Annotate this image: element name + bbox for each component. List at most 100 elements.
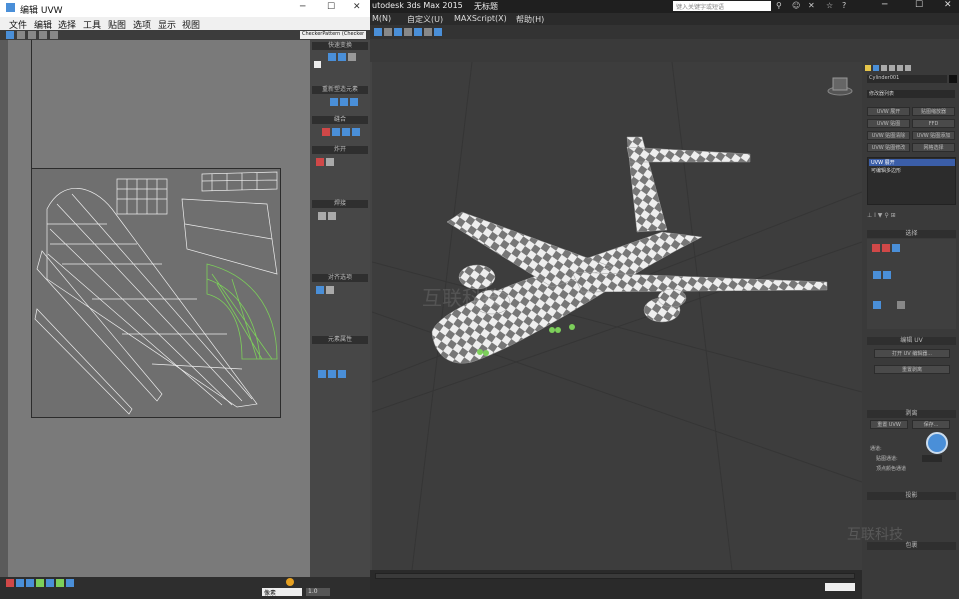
- menu-item-help[interactable]: 帮助(H): [516, 14, 544, 25]
- unwrap-uvw-button[interactable]: UVW 展开: [867, 107, 910, 116]
- zoom-value-field[interactable]: 1.0: [306, 588, 330, 596]
- loop-select-icon[interactable]: [873, 301, 881, 309]
- reset-peel-button[interactable]: 重置剥离: [874, 365, 950, 374]
- create-tab-icon[interactable]: [865, 65, 871, 71]
- search-icon[interactable]: ⚲: [776, 1, 786, 11]
- user-icon[interactable]: ☺: [792, 1, 802, 11]
- freeform-tool-icon[interactable]: [39, 31, 47, 39]
- uvw-close-button[interactable]: ✕: [353, 2, 361, 12]
- polygon-select-icon[interactable]: [892, 244, 900, 252]
- edit-uv-section-header[interactable]: 编辑 UV: [867, 337, 956, 345]
- uvw-map-clear-button[interactable]: UVW 贴图清除: [867, 131, 910, 140]
- stack-tools[interactable]: ⊥ Ⅰ ▼ ⚲ ⊞: [867, 210, 956, 219]
- uvw-minimize-button[interactable]: ─: [300, 2, 305, 12]
- lock-selection-icon[interactable]: [286, 578, 294, 586]
- utilities-tab-icon[interactable]: [905, 65, 911, 71]
- stitch-tools[interactable]: [322, 128, 368, 138]
- stack-item-editable-poly[interactable]: 可编辑多边形: [869, 167, 955, 174]
- uvw-map-button[interactable]: UVW 贴图: [867, 119, 910, 128]
- curve-editor-icon[interactable]: [424, 28, 432, 36]
- menu-item-customize[interactable]: 自定义(U): [407, 14, 443, 25]
- uv-space-grid[interactable]: [31, 168, 281, 418]
- align-options-header[interactable]: 对齐选项: [312, 274, 368, 282]
- close-button[interactable]: ✕: [944, 0, 952, 10]
- ring-select-icon[interactable]: [897, 301, 905, 309]
- quick-transform-tools[interactable]: [328, 53, 358, 83]
- align-options-tools[interactable]: [316, 286, 366, 326]
- mirror-tool-icon[interactable]: [50, 31, 58, 39]
- open-uv-editor-button[interactable]: 打开 UV 编辑器...: [874, 349, 950, 358]
- reset-uvw-button[interactable]: 重置 UVW: [870, 420, 908, 429]
- corner-watermark: 互联科技: [847, 527, 903, 543]
- maximize-button[interactable]: ☐: [915, 0, 923, 10]
- link-icon[interactable]: [374, 28, 382, 36]
- modifier-list-dropdown[interactable]: 修改器列表: [867, 90, 955, 98]
- pivot-toggle-icon[interactable]: [314, 61, 321, 68]
- display-tab-icon[interactable]: [897, 65, 903, 71]
- menu-item-mn[interactable]: M(N): [372, 14, 391, 23]
- explode-tools[interactable]: [316, 158, 366, 188]
- motion-tab-icon[interactable]: [889, 65, 895, 71]
- rotate-element-icon: [328, 370, 336, 378]
- hierarchy-tab-icon[interactable]: [881, 65, 887, 71]
- mesh-select-button[interactable]: 网格选择: [912, 143, 955, 152]
- peel-section-header[interactable]: 剥离: [867, 410, 956, 418]
- object-name-field[interactable]: Cylinder001: [867, 75, 947, 83]
- weld-tools[interactable]: [318, 212, 368, 242]
- time-slider[interactable]: [375, 573, 855, 579]
- uvw-map-modify-button[interactable]: UVW 贴图修改: [867, 143, 910, 152]
- panel-tabs[interactable]: [865, 64, 955, 73]
- command-panel: Cylinder001 修改器列表 UVW 展开 贴图缩放器 UVW 贴图 FF…: [847, 62, 959, 599]
- vertex-select-icon[interactable]: [872, 244, 880, 252]
- stitch-header[interactable]: 缝合: [312, 116, 368, 124]
- ffd-button[interactable]: FFD: [912, 119, 955, 128]
- uvw-map-add-button[interactable]: UVW 贴图添加: [912, 131, 955, 140]
- timeline-bar[interactable]: [370, 570, 862, 599]
- coord-mode-dropdown[interactable]: 像素: [262, 588, 302, 597]
- render-frame-icon[interactable]: [404, 28, 412, 36]
- assistant-bubble-icon[interactable]: [926, 432, 948, 454]
- help-icon[interactable]: ?: [842, 1, 852, 11]
- rotate-tool-icon[interactable]: [17, 31, 25, 39]
- quick-transform-header[interactable]: 快速变换: [312, 42, 368, 50]
- render-setup-icon[interactable]: [384, 28, 392, 36]
- exchange-icon[interactable]: ✕: [808, 1, 818, 11]
- selection-section-header[interactable]: 选择: [867, 230, 956, 238]
- menu-item-maxscript[interactable]: MAXScript(X): [454, 14, 507, 23]
- key-filter-field[interactable]: [825, 583, 855, 591]
- stack-item-unwrap[interactable]: UVW 展开: [869, 159, 955, 166]
- move-tool-icon[interactable]: [6, 31, 14, 39]
- modifier-stack[interactable]: UVW 展开 可编辑多边形: [867, 157, 956, 205]
- map-scaler-button[interactable]: 贴图缩放器: [912, 107, 955, 116]
- shrink-select-icon[interactable]: [883, 271, 891, 279]
- reshape-tools[interactable]: [330, 98, 370, 108]
- uvw-toolbar: CheckerPattern (Checker): [0, 30, 370, 40]
- uvw-maximize-button[interactable]: ☐: [327, 2, 335, 12]
- projection-section-header[interactable]: 投影: [867, 492, 956, 500]
- search-field[interactable]: 键入关键字或短语: [673, 1, 771, 11]
- main-toolbar: [370, 25, 959, 39]
- wrap-section-header[interactable]: 包裹: [867, 542, 956, 550]
- element-properties-header[interactable]: 元素属性: [312, 336, 368, 344]
- toolbar-icons[interactable]: [374, 28, 494, 36]
- explode-header[interactable]: 炸开: [312, 146, 368, 154]
- texture-dropdown[interactable]: CheckerPattern (Checker): [300, 31, 366, 39]
- map-channel-spinner[interactable]: [922, 455, 942, 462]
- scale-tool-icon[interactable]: [28, 31, 36, 39]
- edge-select-icon[interactable]: [882, 244, 890, 252]
- weld-header[interactable]: 焊接: [312, 200, 368, 208]
- object-color-swatch[interactable]: [949, 75, 957, 83]
- reshape-elements-header[interactable]: 重新塑造元素: [312, 86, 368, 94]
- element-properties-tools[interactable]: [318, 370, 364, 380]
- render-icon[interactable]: [414, 28, 422, 36]
- material-editor-icon[interactable]: [394, 28, 402, 36]
- minimize-button[interactable]: ─: [882, 0, 887, 10]
- schematic-icon[interactable]: [434, 28, 442, 36]
- linear-align-icon: [348, 53, 356, 61]
- modify-tab-icon[interactable]: [873, 65, 879, 71]
- status-tools[interactable]: [6, 579, 166, 587]
- save-button[interactable]: 保存...: [912, 420, 950, 429]
- star-icon[interactable]: ☆: [826, 1, 836, 11]
- perspective-viewport[interactable]: 互联科技: [372, 62, 862, 570]
- grow-select-icon[interactable]: [873, 271, 881, 279]
